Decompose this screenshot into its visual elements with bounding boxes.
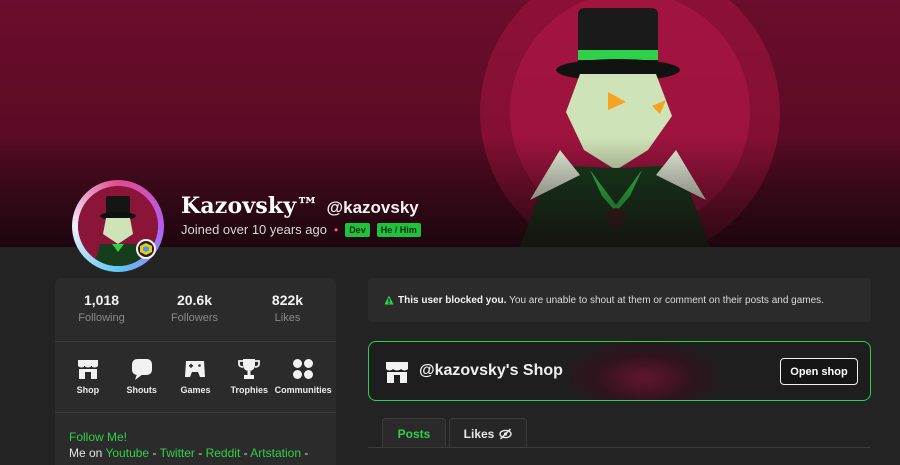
link-separator: - (152, 446, 157, 460)
shop-card[interactable]: @kazovsky's Shop Open shop (368, 341, 871, 401)
link-separator: - (243, 446, 248, 460)
profile-name-row: Kazovsky™ @kazovsky (181, 193, 419, 219)
link-separator: - (198, 446, 203, 460)
link-separator: - (304, 446, 309, 460)
stat-label: Following (78, 312, 125, 324)
shop-icon (77, 358, 99, 380)
profile-nav: Shop Shouts Games Trophies Communities (55, 358, 336, 395)
nav-games[interactable]: Games (169, 358, 221, 395)
tab-likes[interactable]: Likes (449, 418, 527, 448)
notice-text: You are unable to shout at them or comme… (509, 294, 824, 306)
stat-label: Likes (274, 312, 301, 324)
display-name: Kazovsky™ (181, 193, 319, 219)
role-tag-dev: Dev (345, 222, 370, 237)
nav-communities[interactable]: Communities (274, 358, 332, 395)
stat-value: 1,018 (83, 292, 120, 308)
nav-label: Trophies (230, 385, 269, 395)
blocked-notice: This user blocked you. You are unable to… (368, 278, 871, 322)
profile-meta: Joined over 10 years ago • Dev He / Him (181, 222, 421, 237)
profile-page: Kazovsky™ @kazovsky Joined over 10 years… (0, 0, 900, 465)
stat-value: 822k (271, 292, 304, 308)
trophy-icon (238, 358, 261, 380)
divider (55, 412, 336, 413)
avatar[interactable] (72, 180, 164, 272)
shop-title: @kazovsky's Shop (419, 362, 563, 379)
profile-bio: Follow Me! Me on Youtube - Twitter - Red… (69, 429, 308, 461)
profile-sidebar: 1,018 Following 20.6k Followers 822k Lik… (55, 278, 336, 465)
stats-row: 1,018 Following 20.6k Followers 822k Lik… (55, 292, 336, 324)
twitter-link[interactable]: Twitter (160, 446, 195, 460)
nav-label: Games (180, 385, 211, 395)
nav-shouts[interactable]: Shouts (116, 358, 168, 395)
nav-trophies[interactable]: Trophies (223, 358, 275, 395)
youtube-link[interactable]: Youtube (105, 446, 149, 460)
notice-strong: This user blocked you. (398, 294, 507, 306)
nav-shop[interactable]: Shop (62, 358, 114, 395)
shouts-icon (131, 358, 153, 380)
bio-links-line: Me on Youtube - Twitter - Reddit - Artst… (69, 445, 308, 461)
stat-followers[interactable]: 20.6k Followers (148, 292, 241, 324)
username: @kazovsky (326, 198, 419, 217)
nav-label: Shouts (126, 385, 157, 395)
shop-icon (386, 362, 408, 383)
shop-banner-art (569, 342, 719, 400)
nav-label: Shop (76, 385, 100, 395)
stat-label: Followers (170, 312, 219, 324)
tab-label: Posts (397, 426, 431, 441)
stat-value: 20.6k (176, 292, 213, 308)
hidden-eye-icon (499, 427, 513, 440)
games-icon (184, 358, 206, 380)
joined-text: Joined over 10 years ago (181, 222, 327, 237)
nav-label: Communities (274, 385, 332, 395)
content-tabs: Posts Likes (382, 418, 527, 448)
meta-separator: • (333, 222, 339, 237)
stat-following[interactable]: 1,018 Following (55, 292, 148, 324)
bio-title: Follow Me! (69, 430, 128, 444)
tab-label: Likes (463, 426, 495, 441)
bio-prefix: Me on (69, 446, 103, 460)
warning-icon (384, 295, 394, 305)
artstation-link[interactable]: Artstation (250, 446, 301, 460)
communities-icon (292, 358, 314, 380)
supporter-badge-icon (136, 239, 156, 259)
reddit-link[interactable]: Reddit (206, 446, 241, 460)
open-shop-button[interactable]: Open shop (780, 358, 858, 385)
divider (55, 341, 336, 342)
tab-posts[interactable]: Posts (382, 418, 446, 448)
pronouns-tag: He / Him (376, 222, 421, 237)
tabs-underline (368, 447, 871, 448)
stat-likes[interactable]: 822k Likes (241, 292, 334, 324)
